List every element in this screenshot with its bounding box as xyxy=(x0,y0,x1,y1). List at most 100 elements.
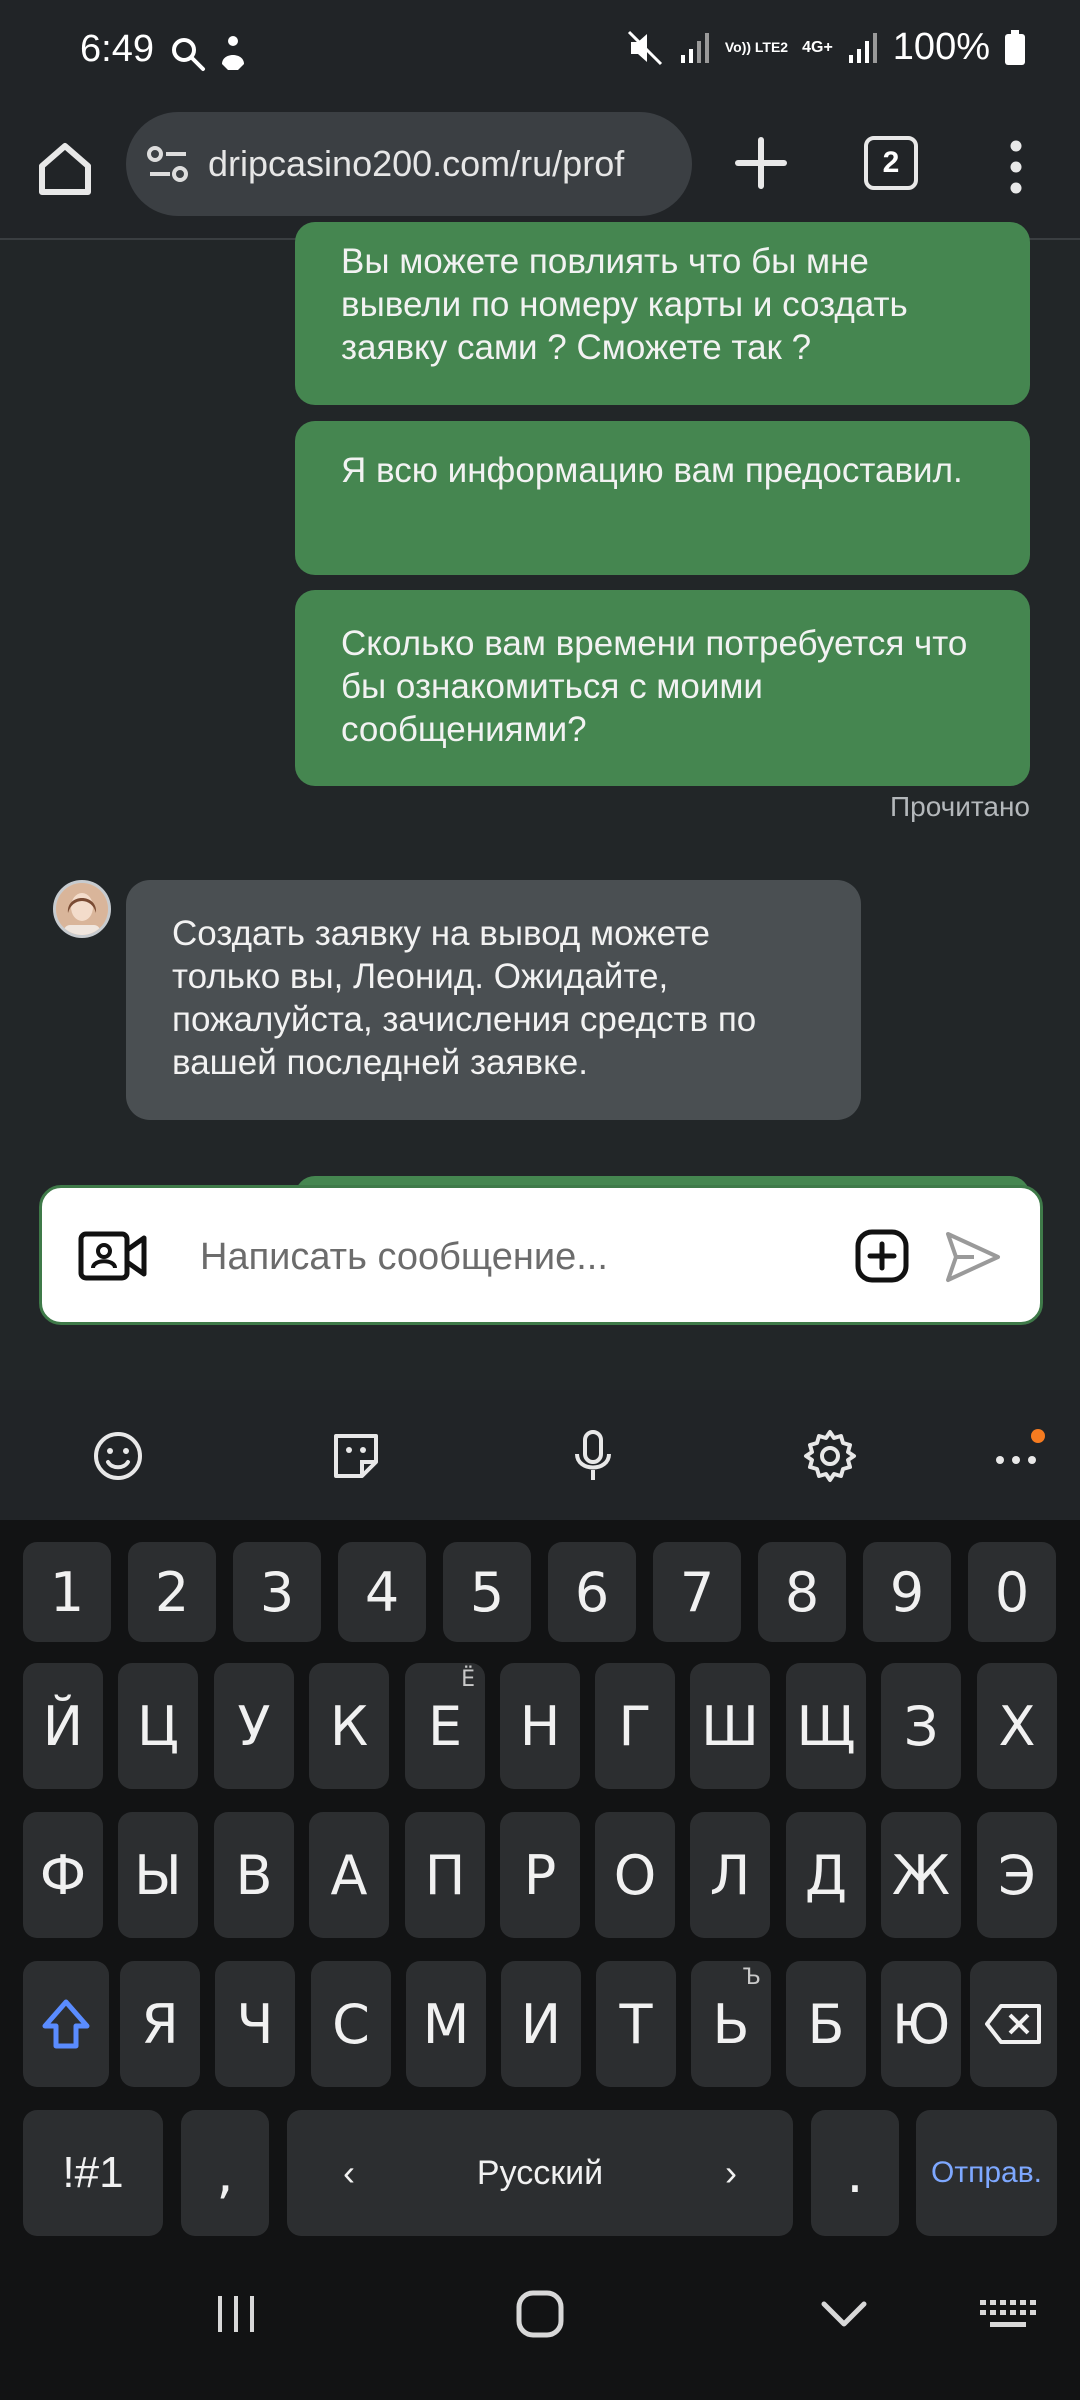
key-7[interactable]: 7 xyxy=(653,1542,741,1642)
key-letter[interactable]: У xyxy=(214,1663,294,1789)
key-letter[interactable]: П xyxy=(405,1812,485,1938)
browser-toolbar: dripcasino200.com/ru/prof 2 xyxy=(0,108,1080,240)
key-letter[interactable]: Ф xyxy=(23,1812,103,1938)
battery-icon xyxy=(1005,29,1025,65)
key-0[interactable]: 0 xyxy=(968,1542,1056,1642)
key-letter[interactable]: Ы xyxy=(118,1812,198,1938)
send-key[interactable]: Отправ. xyxy=(916,2110,1057,2236)
signal-icon xyxy=(848,32,877,63)
key-letter[interactable]: Щ xyxy=(786,1663,866,1789)
more-horiz-icon[interactable] xyxy=(990,1428,1046,1484)
period-key[interactable]: . xyxy=(811,2110,899,2236)
volte-indicator: Vo)) LTE2 xyxy=(724,39,789,55)
key-label: Е xyxy=(427,1694,463,1758)
system-nav-bar xyxy=(0,2240,1080,2400)
plus-icon[interactable] xyxy=(730,132,792,194)
keyboard: 1 2 3 4 5 6 7 8 9 0 Й Ц У К ЕЁ Н Г Ш Щ З… xyxy=(0,1520,1080,2240)
outgoing-message: Сколько вам времени потребуется что бы о… xyxy=(295,590,1030,786)
key-letter[interactable]: Х xyxy=(977,1663,1057,1789)
status-bar: 6:49 Vo)) LTE2 4G+ 100% xyxy=(0,0,1080,108)
key-1[interactable]: 1 xyxy=(23,1542,111,1642)
home-icon[interactable] xyxy=(34,138,96,200)
tab-switcher-button[interactable]: 2 xyxy=(864,136,918,190)
symbols-key[interactable]: !#1 xyxy=(23,2110,163,2236)
key-9[interactable]: 9 xyxy=(863,1542,951,1642)
sticker-icon[interactable] xyxy=(328,1428,384,1484)
key-letter[interactable]: Э xyxy=(977,1812,1057,1938)
signal-icon xyxy=(680,32,709,63)
status-time: 6:49 xyxy=(80,28,154,70)
shift-key[interactable] xyxy=(23,1961,109,2087)
key-letter[interactable]: Н xyxy=(500,1663,580,1789)
key-letter[interactable]: А xyxy=(309,1812,389,1938)
message-input[interactable] xyxy=(200,1222,860,1292)
status-icons: Vo)) LTE2 4G+ 100% xyxy=(625,26,1026,69)
message-composer xyxy=(39,1185,1043,1325)
key-letter[interactable]: Ю xyxy=(881,1961,961,2087)
key-letter[interactable]: Б xyxy=(786,1961,866,2087)
site-settings-icon[interactable] xyxy=(146,144,190,184)
space-label: Русский xyxy=(476,2153,604,2192)
keyboard-toolbar xyxy=(0,1390,1080,1520)
key-letter[interactable]: О xyxy=(595,1812,675,1938)
key-2[interactable]: 2 xyxy=(128,1542,216,1642)
read-receipt: Прочитано xyxy=(890,791,1030,822)
video-call-icon[interactable] xyxy=(78,1228,148,1284)
backspace-icon xyxy=(984,2004,1041,2044)
emoji-icon[interactable] xyxy=(90,1428,146,1484)
add-attachment-icon[interactable] xyxy=(854,1228,910,1284)
search-icon xyxy=(172,38,205,71)
agent-avatar xyxy=(53,880,111,938)
incoming-message: Создать заявку на вывод можете только вы… xyxy=(126,880,861,1120)
comma-key[interactable]: , xyxy=(181,2110,269,2236)
home-nav-icon[interactable] xyxy=(514,2288,566,2340)
key-letter[interactable]: И xyxy=(501,1961,581,2087)
key-letter[interactable]: К xyxy=(309,1663,389,1789)
key-alt-label: Ё xyxy=(461,1667,475,1692)
url-text: dripcasino200.com/ru/prof xyxy=(208,143,625,184)
accessibility-icon xyxy=(222,36,244,70)
battery-percentage: 100% xyxy=(892,26,990,68)
key-letter[interactable]: Ж xyxy=(881,1812,961,1938)
chevron-right-icon: › xyxy=(725,2152,737,2193)
key-label: Ь xyxy=(712,1992,750,2056)
chevron-left-icon: ‹ xyxy=(343,2152,355,2193)
key-letter-soft-sign[interactable]: ЬЪ xyxy=(691,1961,771,2087)
outgoing-message: Вы можете повлиять что бы мне вывели по … xyxy=(295,222,1030,405)
key-letter[interactable]: З xyxy=(881,1663,961,1789)
key-letter[interactable]: С xyxy=(311,1961,391,2087)
key-6[interactable]: 6 xyxy=(548,1542,636,1642)
key-letter[interactable]: Г xyxy=(595,1663,675,1789)
key-letter[interactable]: Ч xyxy=(215,1961,295,2087)
key-letter[interactable]: Т xyxy=(596,1961,676,2087)
keyboard-switch-icon[interactable] xyxy=(978,2296,1038,2336)
key-letter[interactable]: Ш xyxy=(690,1663,770,1789)
key-letter[interactable]: Ц xyxy=(118,1663,198,1789)
send-icon[interactable] xyxy=(944,1230,1002,1284)
more-vert-icon[interactable] xyxy=(992,136,1040,198)
mute-icon xyxy=(627,30,662,65)
key-letter[interactable]: Д xyxy=(786,1812,866,1938)
outgoing-message: Я всю информацию вам предоставил. xyxy=(295,421,1030,575)
network-type: 4G+ xyxy=(802,38,833,56)
microphone-icon[interactable] xyxy=(565,1428,621,1484)
space-key[interactable]: ‹ Русский › xyxy=(287,2110,793,2236)
shift-icon xyxy=(42,1999,90,2049)
backspace-key[interactable] xyxy=(970,1961,1057,2087)
key-letter-e[interactable]: ЕЁ xyxy=(405,1663,485,1789)
key-letter[interactable]: Я xyxy=(120,1961,200,2087)
hide-keyboard-icon[interactable] xyxy=(818,2296,870,2332)
key-3[interactable]: 3 xyxy=(233,1542,321,1642)
key-5[interactable]: 5 xyxy=(443,1542,531,1642)
settings-gear-icon[interactable] xyxy=(802,1428,858,1484)
key-8[interactable]: 8 xyxy=(758,1542,846,1642)
key-4[interactable]: 4 xyxy=(338,1542,426,1642)
url-bar[interactable]: dripcasino200.com/ru/prof xyxy=(126,112,692,216)
key-letter[interactable]: Й xyxy=(23,1663,103,1789)
key-letter[interactable]: М xyxy=(406,1961,486,2087)
key-letter[interactable]: Л xyxy=(690,1812,770,1938)
recent-apps-icon[interactable] xyxy=(212,2290,260,2338)
key-alt-label: Ъ xyxy=(742,1965,761,1990)
key-letter[interactable]: В xyxy=(214,1812,294,1938)
key-letter[interactable]: Р xyxy=(500,1812,580,1938)
